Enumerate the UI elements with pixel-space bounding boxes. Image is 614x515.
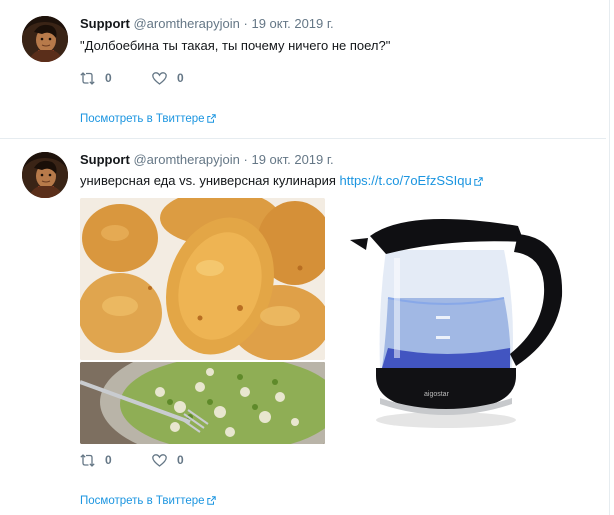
retweet-button[interactable]: 0 [80, 453, 112, 467]
view-on-twitter-link[interactable]: Посмотреть в Твиттере [80, 113, 216, 125]
author-name[interactable]: Support [80, 16, 130, 31]
external-link-icon [474, 177, 483, 186]
like-button[interactable]: 0 [152, 71, 184, 85]
tweet-actions: 0 0 [80, 71, 221, 88]
tweet-date[interactable]: 19 окт. 2019 г. [251, 152, 333, 167]
heart-icon [152, 71, 167, 85]
tweet-media-grid: aigostar [80, 198, 574, 444]
photo-chopped-salad[interactable] [80, 362, 325, 444]
retweet-icon [80, 71, 95, 85]
tweet-actions: 0 0 [80, 453, 221, 470]
author-name[interactable]: Support [80, 152, 130, 167]
header-separator: · [243, 152, 248, 167]
timeline-border [609, 0, 610, 515]
retweet-count: 0 [105, 453, 112, 467]
photo-fried-pies[interactable] [80, 198, 325, 360]
tweet-link-label: https://t.co/7oEfzSSIqu [339, 173, 472, 188]
author-handle[interactable]: @aromtherapyjoin [133, 152, 239, 167]
tweet-date[interactable]: 19 окт. 2019 г. [251, 16, 333, 31]
retweet-count: 0 [105, 71, 112, 85]
tweet-link[interactable]: https://t.co/7oEfzSSIqu [340, 173, 483, 188]
tweet: Support @aromtherapyjoin · 19 окт. 2019 … [0, 139, 606, 515]
retweet-icon [80, 453, 95, 467]
tweet-text: "Долбоебина ты такая, ты почему ничего н… [80, 38, 391, 53]
avatar[interactable] [22, 16, 68, 62]
photo-glass-kettle[interactable]: aigostar [328, 198, 574, 444]
like-count: 0 [177, 453, 184, 467]
tweet-header: Support @aromtherapyjoin · 19 окт. 2019 … [80, 152, 334, 167]
like-count: 0 [177, 71, 184, 85]
retweet-button[interactable]: 0 [80, 71, 112, 85]
external-link-icon [206, 114, 216, 123]
tweet-header: Support @aromtherapyjoin · 19 окт. 2019 … [80, 16, 334, 31]
svg-text:aigostar: aigostar [424, 391, 450, 398]
like-button[interactable]: 0 [152, 453, 184, 467]
header-separator: · [243, 16, 248, 31]
view-link-label: Посмотреть в Твиттере [80, 495, 205, 507]
tweet-text-body: универсная еда vs. универсная кулинария [80, 173, 336, 188]
view-on-twitter-link[interactable]: Посмотреть в Твиттере [80, 495, 216, 507]
avatar[interactable] [22, 152, 68, 198]
author-handle[interactable]: @aromtherapyjoin [133, 16, 239, 31]
heart-icon [152, 453, 167, 467]
external-link-icon [206, 496, 216, 505]
view-link-label: Посмотреть в Твиттере [80, 113, 205, 125]
tweet-text: универсная еда vs. универсная кулинария … [80, 173, 483, 188]
tweet: Support @aromtherapyjoin · 19 окт. 2019 … [0, 0, 606, 138]
